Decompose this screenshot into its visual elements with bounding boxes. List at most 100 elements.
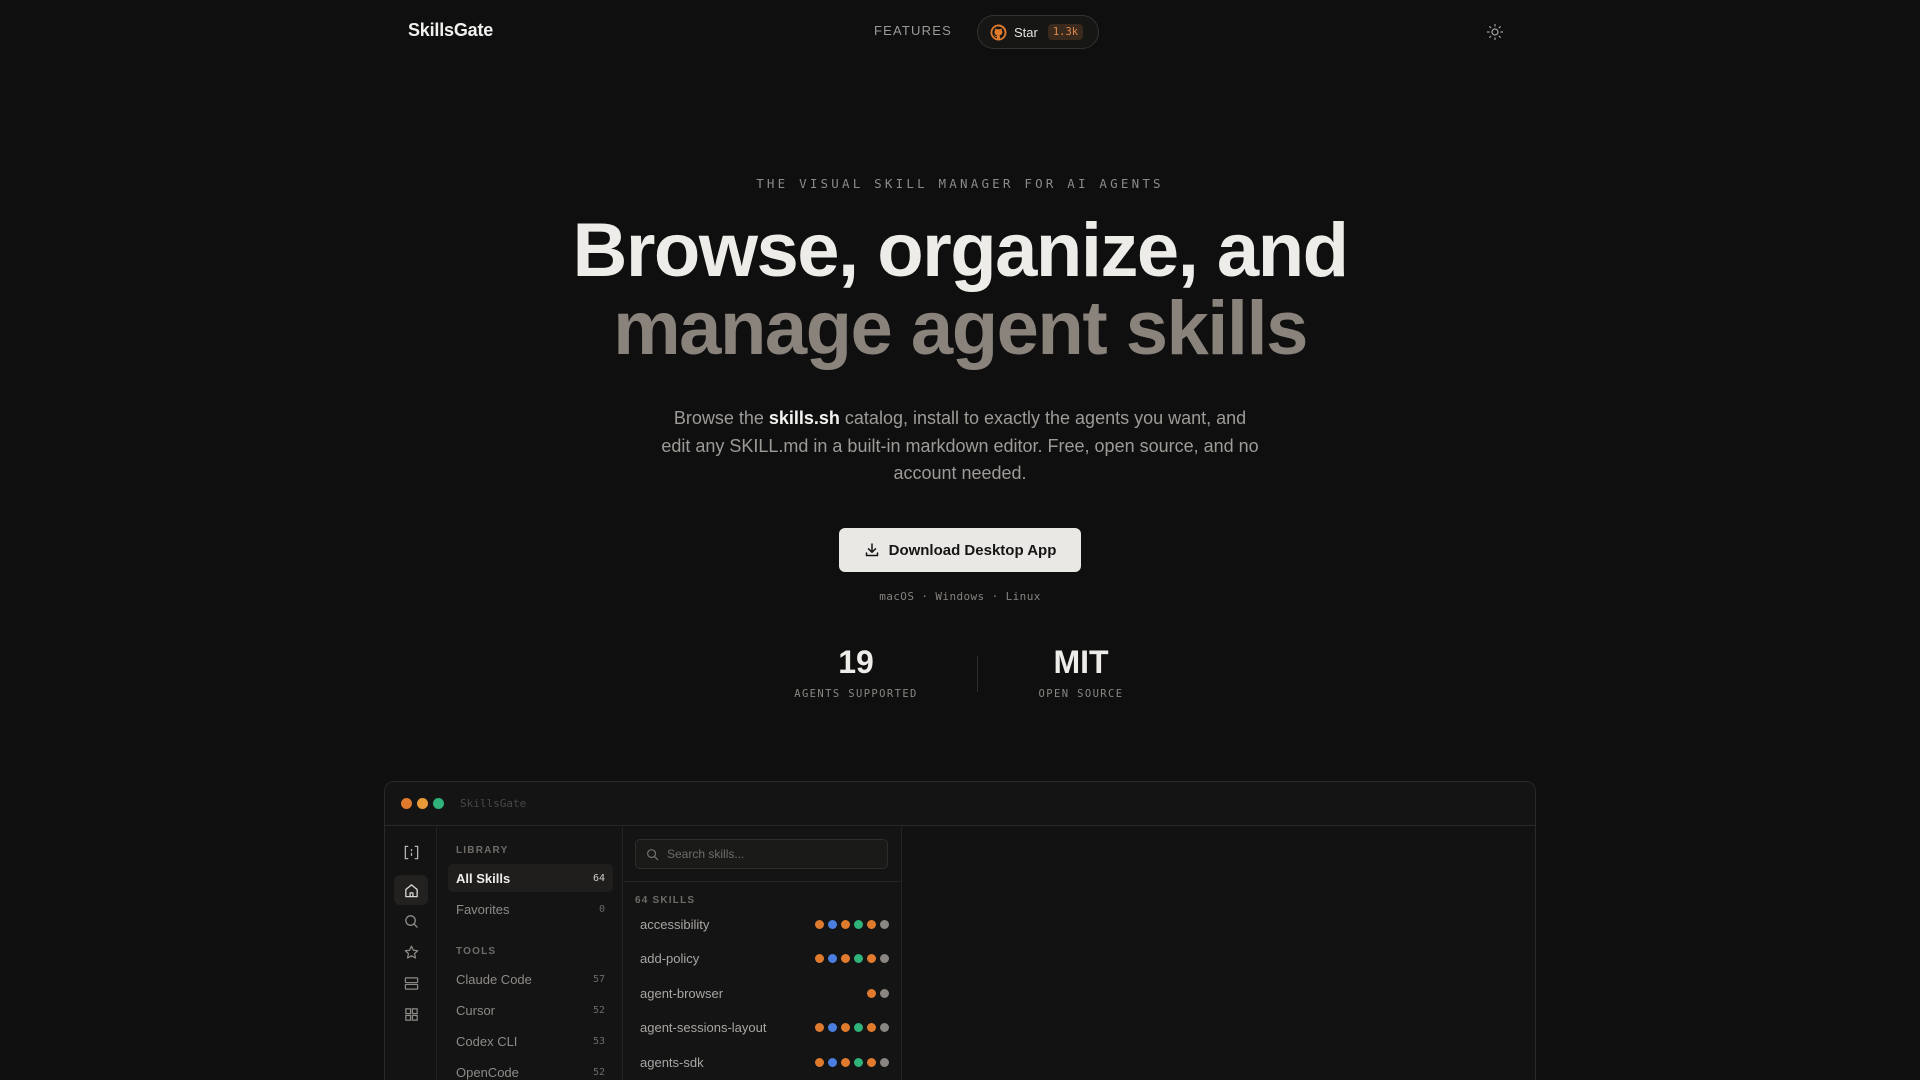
hero-subtitle: Browse the skills.sh catalog, install to… <box>660 405 1260 488</box>
agent-status-dot <box>867 988 876 998</box>
theme-toggle-sun-icon[interactable] <box>1486 23 1504 41</box>
skill-detail-panel <box>903 827 1535 1080</box>
list-divider <box>624 881 902 882</box>
sidebar-item-opencode[interactable]: OpenCode 52 <box>448 1058 613 1080</box>
library-section-label: LIBRARY <box>456 845 509 856</box>
skill-name: agent-browser <box>640 985 724 1001</box>
window-close-dot[interactable] <box>401 798 412 809</box>
agent-status-dot <box>854 1023 863 1032</box>
agent-status-dot <box>815 1023 824 1032</box>
app-logo-icon[interactable] <box>394 837 428 867</box>
agent-status-dot <box>854 954 863 963</box>
sidebar-item-count: 57 <box>592 973 605 985</box>
agent-status-dot <box>880 919 889 929</box>
app-titlebar: SkillsGate <box>385 782 1535 826</box>
agent-status-dot <box>841 1023 850 1032</box>
skills-list-panel: 64 SKILLS accessibility add-policy agent-b… <box>624 827 902 1080</box>
star-label: Star <box>1014 24 1038 40</box>
agent-status-dot <box>828 1057 837 1067</box>
download-icon <box>865 543 878 557</box>
agent-status-dot <box>841 954 850 963</box>
sidebar-item-claude-code[interactable]: Claude Code 57 <box>448 965 613 993</box>
agent-status-dot <box>828 919 837 929</box>
skill-row[interactable]: agent-sessions-layout <box>630 1013 896 1043</box>
agent-status-dot <box>867 954 876 963</box>
star-icon[interactable] <box>394 937 428 967</box>
skill-row[interactable]: agents-sdk <box>630 1047 896 1077</box>
stat-label: AGENTS SUPPORTED <box>794 688 918 700</box>
sidebar-item-label: Codex CLI <box>456 1033 518 1049</box>
agent-install-dots <box>815 919 889 929</box>
stat-value: MIT <box>1053 644 1109 680</box>
window-maximize-dot[interactable] <box>433 798 444 809</box>
agent-status-dot <box>867 1023 876 1032</box>
agent-status-dot <box>880 988 889 998</box>
agent-status-dot <box>880 1057 889 1067</box>
headline-line-1: Browse, organize, and <box>572 208 1349 293</box>
skill-row[interactable]: accessibility <box>630 909 896 939</box>
stat-divider <box>977 656 978 692</box>
skill-row[interactable]: add-policy <box>630 944 896 974</box>
agent-status-dot <box>854 919 863 929</box>
sidebar-item-label: Favorites <box>456 901 510 917</box>
supported-platforms: macOS · Windows · Linux <box>879 590 1041 603</box>
sidebar-item-label: All Skills <box>456 870 511 886</box>
agent-status-dot <box>841 1057 850 1067</box>
sidebar-item-label: Cursor <box>456 1002 496 1018</box>
github-icon <box>990 24 1007 40</box>
download-desktop-app-button[interactable]: Download Desktop App <box>839 528 1081 572</box>
top-nav: SkillsGate FEATURES Star 1.3k <box>0 0 1920 64</box>
sidebar-item-favorites[interactable]: Favorites 0 <box>448 895 613 923</box>
grid-icon[interactable] <box>394 999 428 1029</box>
github-star-button[interactable]: Star 1.3k <box>977 15 1099 49</box>
headline-line-2: manage agent skills <box>613 286 1308 371</box>
sidebar-item-count: 53 <box>592 1035 605 1047</box>
skill-row[interactable]: agent-browser <box>630 978 896 1008</box>
sidebar-item-label: OpenCode <box>456 1064 519 1080</box>
library-sidebar: LIBRARY All Skills 64 Favorites 0 TOOLS … <box>438 827 623 1080</box>
stat-value: 19 <box>838 644 874 680</box>
sidebar-item-count: 0 <box>598 903 605 915</box>
hero-eyebrow: THE VISUAL SKILL MANAGER FOR AI AGENTS <box>756 176 1164 191</box>
search-icon <box>647 848 659 860</box>
subtitle-pre: Browse the <box>673 408 769 428</box>
home-icon[interactable] <box>394 875 428 905</box>
agent-status-dot <box>867 919 876 929</box>
stat-label: OPEN SOURCE <box>1038 688 1124 700</box>
stat-open-source: MIT OPEN SOURCE <box>991 644 1171 700</box>
skills-count-label: 64 SKILLS <box>635 895 696 906</box>
hero-headline: Browse, organize, and manage agent skill… <box>0 212 1920 368</box>
server-stack-icon[interactable] <box>394 968 428 998</box>
agent-status-dot <box>828 954 837 963</box>
sidebar-item-cursor[interactable]: Cursor 52 <box>448 996 613 1024</box>
agent-status-dot <box>815 919 824 929</box>
icon-rail <box>385 827 437 1080</box>
sidebar-item-all-skills[interactable]: All Skills 64 <box>448 864 613 892</box>
skill-name: agents-sdk <box>640 1054 704 1070</box>
agent-status-dot <box>828 1023 837 1032</box>
sidebar-item-count: 52 <box>592 1066 605 1078</box>
star-count-badge: 1.3k <box>1047 24 1084 40</box>
agent-status-dot <box>815 1057 824 1067</box>
download-label: Download Desktop App <box>888 541 1057 559</box>
search-icon[interactable] <box>394 906 428 936</box>
search-box[interactable] <box>635 839 888 869</box>
sidebar-item-count: 64 <box>592 872 605 884</box>
agent-install-dots <box>815 1023 889 1032</box>
agent-status-dot <box>841 919 850 929</box>
skills-sh-link[interactable]: skills.sh <box>769 408 840 428</box>
skill-name: add-policy <box>640 951 700 966</box>
sidebar-item-label: Claude Code <box>456 971 532 987</box>
agent-status-dot <box>880 954 889 963</box>
tools-section-label: TOOLS <box>456 946 497 957</box>
app-window-title: SkillsGate <box>460 797 527 810</box>
logo[interactable]: SkillsGate <box>408 20 493 41</box>
sidebar-item-codex-cli[interactable]: Codex CLI 53 <box>448 1027 613 1055</box>
search-input[interactable] <box>667 847 867 861</box>
stat-agents-supported: 19 AGENTS SUPPORTED <box>766 644 946 700</box>
nav-link-features[interactable]: FEATURES <box>874 23 952 38</box>
window-minimize-dot[interactable] <box>417 798 428 809</box>
agent-status-dot <box>815 954 824 963</box>
sidebar-item-count: 52 <box>592 1004 605 1016</box>
agent-install-dots <box>867 988 889 998</box>
